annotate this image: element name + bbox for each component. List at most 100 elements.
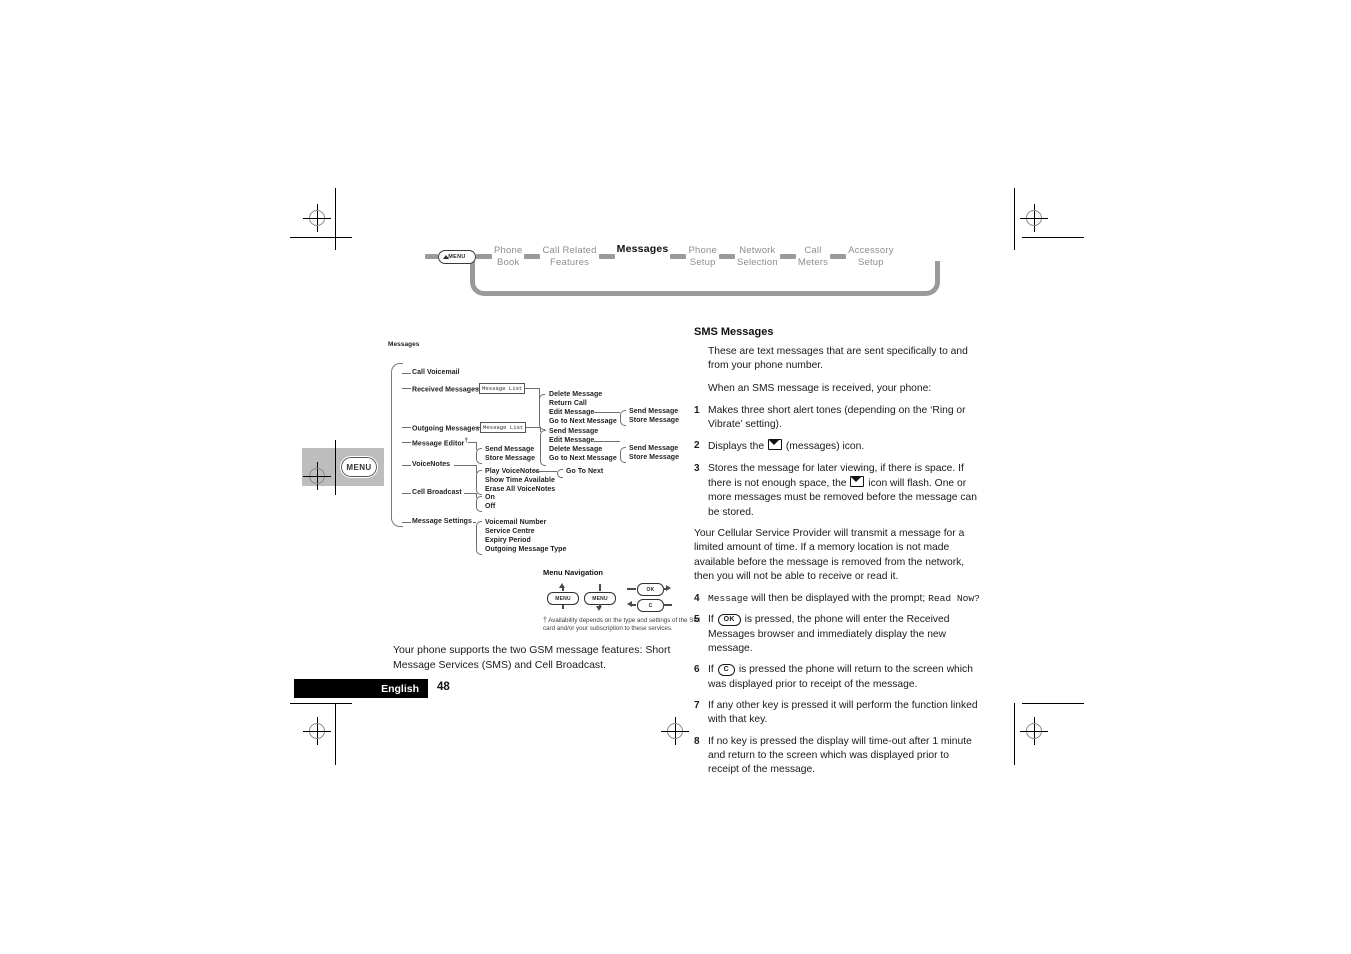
- arrow-stem: [627, 588, 636, 590]
- tree-branch-line: [525, 388, 539, 389]
- tree-child-edit-message: Edit Message: [549, 409, 595, 416]
- chapter-item-phone-setup[interactable]: Phone Setup: [686, 245, 718, 268]
- tree-branch-line: [402, 388, 411, 389]
- tree-grandchild-store-message: Store Message: [629, 417, 680, 424]
- tree-child-voicemail-number: Voicemail Number: [485, 519, 547, 526]
- tree-branch-line: [594, 412, 620, 413]
- chapter-item-phone-book[interactable]: Phone Book: [492, 245, 524, 268]
- tree-child-outgoing-message-type: Outgoing Message Type: [485, 546, 567, 553]
- right-column: SMS Messages These are text messages tha…: [694, 326, 982, 784]
- chapter-item-call-meters[interactable]: Call Meters: [796, 245, 830, 268]
- tree-grandchild-send-message-outgoing: Send Message: [629, 445, 679, 452]
- clear-key[interactable]: C: [637, 599, 664, 612]
- tree-branch-line: [402, 465, 411, 466]
- menu-navigation-keys: MENU MENU OK C: [543, 583, 703, 613]
- tree-branch-line: [594, 441, 620, 442]
- display-text-message: Message: [708, 593, 749, 605]
- tree-item-call-voicemail: Call Voicemail: [412, 369, 460, 376]
- menu-navigation-legend: Menu Navigation MENU MENU OK C † Availab…: [543, 568, 703, 633]
- menu-down-key-label: MENU: [592, 595, 608, 602]
- list-item-number: 2: [694, 440, 700, 452]
- chapter-item-accessory-setup[interactable]: Accessory Setup: [846, 245, 896, 268]
- list-item: 3 Stores the message for later viewing, …: [694, 462, 982, 520]
- chapter-connector: [476, 254, 492, 259]
- registration-mark-bottom-center: [661, 717, 689, 745]
- tree-branch-line: [535, 471, 557, 472]
- tree-branch-line: [402, 493, 411, 494]
- tree-child-play-voicenotes: Play VoiceNotes: [485, 468, 540, 475]
- list-item-number: 4: [694, 593, 700, 605]
- arrow-stem: [663, 604, 672, 606]
- chapter-connector: [830, 254, 847, 259]
- list-item: 6 If C is pressed the phone will return …: [694, 663, 982, 692]
- list-item-text: If any other key is pressed it will perf…: [708, 699, 978, 726]
- arrow-stem: [562, 587, 564, 591]
- arrow-right-icon: [666, 585, 671, 591]
- chapter-item-messages[interactable]: Messages: [615, 243, 671, 256]
- footer-language-bar: English: [294, 679, 428, 698]
- ok-key[interactable]: OK: [637, 583, 664, 596]
- list-item: 1 Makes three short alert tones (dependi…: [694, 404, 982, 433]
- crop-mark-bottom-left-vertical: [335, 703, 336, 765]
- list-item-text-pre: Displays the: [708, 441, 765, 453]
- list-item: 5 If OK is pressed, the phone will enter…: [694, 613, 982, 656]
- tree-child-send-message-outgoing: Send Message: [549, 428, 599, 435]
- list-item: 8 If no key is pressed the display will …: [694, 735, 982, 778]
- tree-child-show-time-available: Show Time Available: [485, 477, 555, 484]
- tree-child-return-call: Return Call: [549, 400, 587, 407]
- tree-item-outgoing-messages: Outgoing Messages†: [412, 423, 483, 433]
- tree-branch-line: [402, 373, 411, 374]
- crop-mark-left-margin: [335, 440, 336, 495]
- registration-mark-bottom-left: [303, 717, 331, 745]
- ok-key-label: OK: [646, 586, 655, 593]
- footer-language-label: English: [381, 682, 419, 695]
- envelope-icon: [767, 439, 782, 451]
- display-text-read-now: Read Now?: [928, 593, 980, 605]
- tree-brace-outgoing: [540, 430, 546, 466]
- chapter-item-call-related-features[interactable]: Call Related Features: [540, 245, 598, 268]
- registration-mark-top-left: [303, 204, 331, 232]
- tree-child-go-to-next-message: Go to Next Message: [549, 418, 617, 425]
- list-item-text-mid: will then be displayed with the prompt;: [751, 593, 926, 605]
- chapter-item-network-selection[interactable]: Network Selection: [735, 245, 780, 268]
- chapter-navigation-bar: MENU Phone Book Call Related Features Mess…: [425, 243, 940, 296]
- tree-brace-received: [539, 394, 545, 430]
- tree-branch-line: [402, 427, 411, 428]
- ok-key-inline: OK: [717, 614, 741, 627]
- list-item-text-post: is pressed the phone will return to the …: [708, 664, 973, 690]
- tree-brace-settings: [476, 521, 482, 555]
- tree-child-delete-message-outgoing: Delete Message: [549, 446, 603, 453]
- list-item-text: If no key is pressed the display will ti…: [708, 735, 972, 776]
- tree-child-store-message-editor: Store Message: [485, 455, 536, 462]
- tree-box-message-list-received: Message List: [479, 382, 526, 394]
- list-item: 2 Displays the (messages) icon.: [694, 439, 982, 454]
- tree-child-delete-message: Delete Message: [549, 391, 603, 398]
- crop-mark-bottom-left-horizontal: [290, 703, 352, 704]
- menu-up-key-label: MENU: [555, 595, 571, 602]
- menu-navigation-footnote-text: Availability depends on the type and set…: [543, 617, 701, 633]
- provider-paragraph: Your Cellular Service Provider will tran…: [694, 527, 965, 582]
- arrow-up-icon: [443, 254, 449, 259]
- tree-brace-voicenotes: [476, 470, 482, 495]
- tree-branch-line: [454, 465, 476, 466]
- tree-child-erase-all-voicenotes: Erase All VoiceNotes: [485, 486, 556, 493]
- tree-child-send-message-editor: Send Message: [485, 446, 535, 453]
- left-column-paragraph: Your phone supports the two GSM message …: [393, 644, 671, 671]
- menu-navigation-title: Menu Navigation: [543, 568, 604, 577]
- list-item-text-post: (messages) icon.: [785, 441, 865, 453]
- list-item-text: Message will then be displayed with the …: [708, 592, 982, 606]
- page-title: SMS Messages: [694, 326, 774, 338]
- tree-child-service-centre: Service Centre: [485, 528, 535, 535]
- tree-branch-line: [464, 493, 476, 494]
- registration-mark-left-margin: [303, 462, 331, 490]
- tree-grandchild-send-message: Send Message: [629, 408, 679, 415]
- chapter-connector: [779, 254, 796, 259]
- crop-mark-top-left-horizontal: [290, 237, 352, 238]
- clear-key-inline: C: [717, 664, 735, 677]
- tree-grandchild-store-message-outgoing: Store Message: [629, 454, 680, 461]
- list-item-text-pre: If: [708, 664, 714, 676]
- crop-mark-top-left-vertical: [335, 188, 336, 250]
- menu-key-icon[interactable]: MENU: [438, 250, 476, 264]
- intro-paragraph-2: When an SMS message is received, your ph…: [708, 382, 932, 394]
- list-item-text-pre: If: [708, 614, 714, 626]
